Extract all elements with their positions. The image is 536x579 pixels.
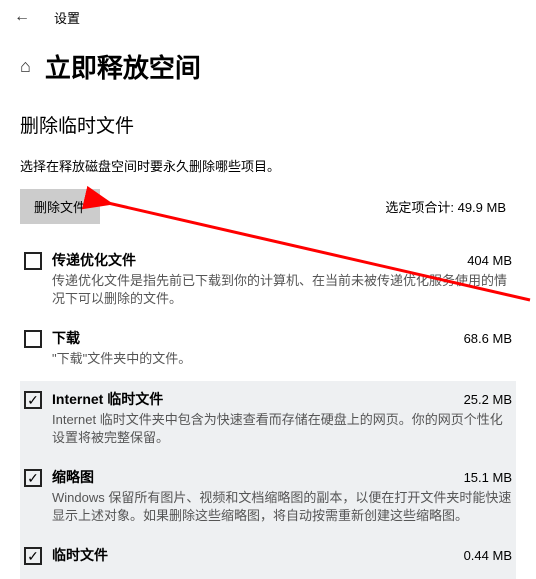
list-item[interactable]: 缩略图 15.1 MB Windows 保留所有图片、视频和文档缩略图的副本，以…	[20, 459, 516, 537]
title-row: ⌂ 立即释放空间	[0, 34, 536, 103]
item-size: 15.1 MB	[464, 470, 512, 485]
checkbox[interactable]	[24, 469, 42, 487]
item-desc: Windows 保留所有图片、视频和文档缩略图的副本，以便在打开文件夹时能快速显…	[52, 489, 512, 525]
topbar: ← 设置	[0, 0, 536, 34]
section-heading: 删除临时文件	[20, 111, 516, 138]
item-size: 404 MB	[467, 253, 512, 268]
page-title: 立即释放空间	[45, 48, 201, 85]
instruction-text: 选择在释放磁盘空间时要永久删除哪些项目。	[20, 156, 516, 175]
item-size: 25.2 MB	[464, 392, 512, 407]
checkbox[interactable]	[24, 547, 42, 565]
item-title: 下载	[52, 328, 80, 348]
item-title: 传递优化文件	[52, 250, 136, 270]
item-desc: "下载"文件夹中的文件。	[52, 350, 512, 368]
item-title: 临时文件	[52, 545, 108, 565]
item-title: 缩略图	[52, 467, 94, 487]
item-size: 68.6 MB	[464, 331, 512, 346]
list-item[interactable]: 临时文件 0.44 MB	[20, 537, 516, 579]
checkbox[interactable]	[24, 330, 42, 348]
checkbox[interactable]	[24, 391, 42, 409]
settings-label: 设置	[54, 8, 80, 27]
list-item[interactable]: 传递优化文件 404 MB 传递优化文件是指先前已下载到你的计算机、在当前未被传…	[20, 242, 516, 320]
item-list: 传递优化文件 404 MB 传递优化文件是指先前已下载到你的计算机、在当前未被传…	[20, 242, 516, 579]
selected-total-label: 选定项合计: 49.9 MB	[385, 197, 506, 216]
checkbox[interactable]	[24, 252, 42, 270]
action-row: 删除文件 选定项合计: 49.9 MB	[20, 189, 516, 224]
home-icon[interactable]: ⌂	[20, 56, 31, 77]
item-size: 0.44 MB	[464, 548, 512, 563]
delete-files-button[interactable]: 删除文件	[20, 189, 100, 224]
item-desc: Internet 临时文件夹中包含为快速查看而存储在硬盘上的网页。你的网页个性化…	[52, 411, 512, 447]
item-desc: 传递优化文件是指先前已下载到你的计算机、在当前未被传递优化服务使用的情况下可以删…	[52, 272, 512, 308]
back-arrow-icon[interactable]: ←	[8, 6, 36, 28]
item-title: Internet 临时文件	[52, 389, 163, 409]
list-item[interactable]: 下载 68.6 MB "下载"文件夹中的文件。	[20, 320, 516, 380]
list-item[interactable]: Internet 临时文件 25.2 MB Internet 临时文件夹中包含为…	[20, 381, 516, 459]
